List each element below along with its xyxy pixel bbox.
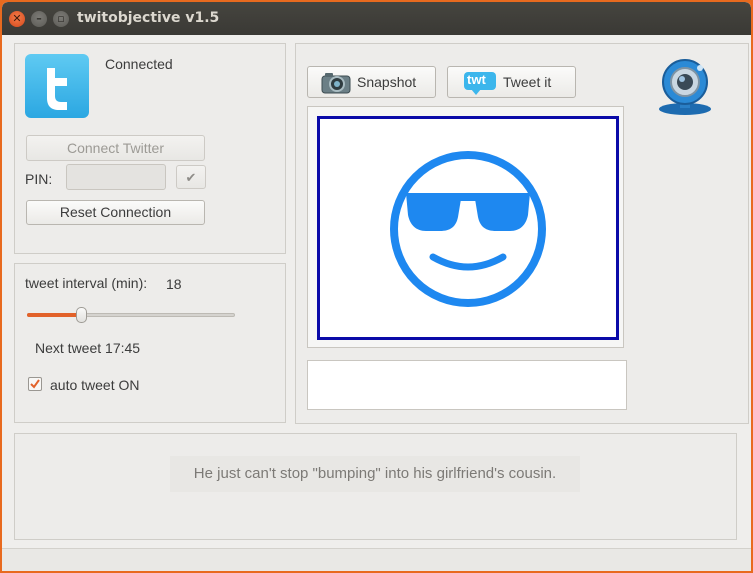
connect-twitter-button[interactable]: Connect Twitter xyxy=(26,135,205,161)
tweet-it-button[interactable]: twt Tweet it xyxy=(447,66,576,98)
pin-label: PIN: xyxy=(25,171,53,187)
snapshot-button[interactable]: Snapshot xyxy=(307,66,436,98)
slider-fill xyxy=(27,313,80,317)
auto-tweet-label: auto tweet ON xyxy=(50,377,140,393)
twt-logo-text: twt xyxy=(467,72,486,87)
maximize-window-button[interactable]: ▫ xyxy=(53,11,69,27)
camera-panel: Snapshot twt Tweet it xyxy=(295,43,749,424)
interval-label: tweet interval (min): xyxy=(25,275,148,291)
camera-icon xyxy=(321,73,351,94)
caption-input[interactable] xyxy=(307,360,627,410)
snapshot-label: Snapshot xyxy=(357,74,417,90)
app-window: ✕ – ▫ twitobjective v1.5 Connected Conne… xyxy=(2,2,751,571)
twt-logo-icon: twt xyxy=(464,72,496,95)
checkmark-icon: ✔ xyxy=(185,170,197,185)
connection-status: Connected xyxy=(105,56,173,72)
interval-slider[interactable] xyxy=(27,306,235,326)
checkbox-check-icon xyxy=(30,379,40,389)
tweet-it-label: Tweet it xyxy=(503,74,552,90)
snapshot-preview xyxy=(317,116,619,340)
twitter-logo-icon xyxy=(25,54,89,118)
status-bar xyxy=(2,548,751,571)
title-bar: ✕ – ▫ twitobjective v1.5 xyxy=(2,2,751,35)
pin-input[interactable] xyxy=(66,164,166,190)
reset-connection-button[interactable]: Reset Connection xyxy=(26,200,205,225)
interval-value: 18 xyxy=(166,276,182,292)
close-window-button[interactable]: ✕ xyxy=(9,11,25,27)
webcam-icon xyxy=(659,59,711,115)
slider-handle[interactable] xyxy=(76,307,87,323)
schedule-panel: tweet interval (min): 18 Next tweet 17:4… xyxy=(14,263,286,423)
cool-smiley-image xyxy=(390,151,546,307)
auto-tweet-checkbox[interactable] xyxy=(28,377,42,391)
confirm-pin-button[interactable]: ✔ xyxy=(176,165,206,189)
minimize-window-button[interactable]: – xyxy=(31,11,47,27)
preview-frame xyxy=(307,106,624,348)
tweet-message: He just can't stop "bumping" into his gi… xyxy=(170,456,580,492)
next-tweet-time: Next tweet 17:45 xyxy=(35,340,141,356)
account-panel: Connected Connect Twitter PIN: ✔ Reset C… xyxy=(14,43,286,254)
message-panel: He just can't stop "bumping" into his gi… xyxy=(14,433,737,540)
window-title: twitobjective v1.5 xyxy=(77,10,220,26)
